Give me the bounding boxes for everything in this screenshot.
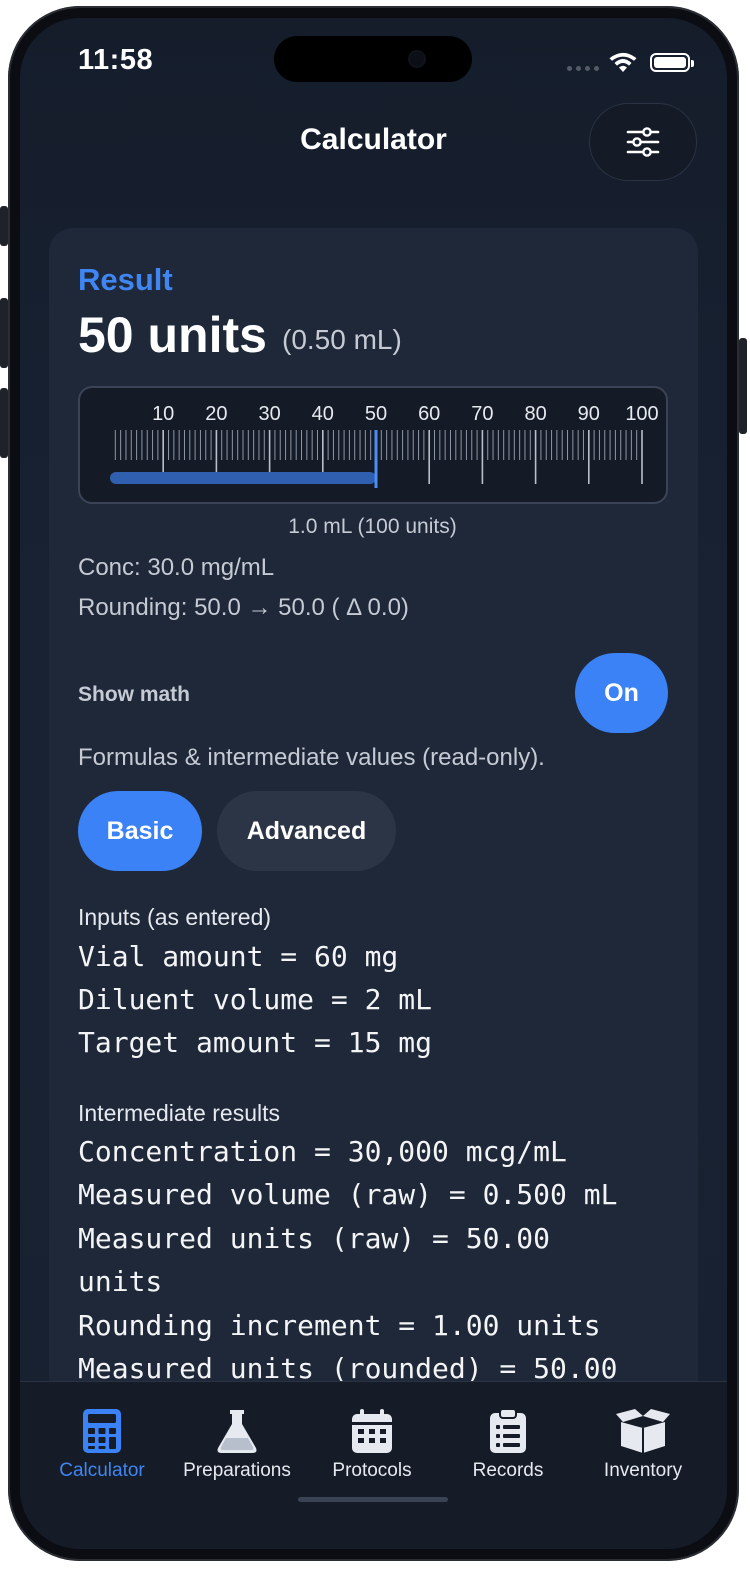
- power-button: [739, 338, 747, 434]
- syringe-scale: 10 20 30 40 50 60 70 80 90 100: [110, 403, 659, 488]
- result-label: Result: [78, 262, 173, 297]
- tab-records[interactable]: Records: [438, 1408, 578, 1482]
- tab-bar: Calculator Preparations Protocols Record…: [20, 1381, 727, 1549]
- action-button: [0, 206, 8, 246]
- intermediate-line: Rounding increment = 1.00 units: [78, 1309, 601, 1342]
- tab-label: Records: [472, 1460, 544, 1481]
- volume-down-button: [0, 388, 8, 458]
- input-line: Diluent volume = 2 mL: [78, 983, 433, 1016]
- syringe-tick-label: 70: [471, 403, 493, 425]
- syringe-gauge: 10 20 30 40 50 60 70 80 90 100: [78, 386, 668, 504]
- concentration-text: Conc: 30.0 mg/mL: [78, 554, 275, 581]
- syringe-tick-label: 60: [418, 403, 440, 425]
- syringe-fill: [110, 472, 376, 484]
- input-line: Target amount = 15 mg: [78, 1026, 433, 1059]
- inputs-heading: Inputs (as entered): [78, 904, 272, 930]
- math-description: Formulas & intermediate values (read-onl…: [78, 744, 545, 771]
- home-indicator: [298, 1497, 448, 1502]
- advanced-mode-button[interactable]: Advanced: [217, 791, 396, 871]
- intermediate-heading: Intermediate results: [78, 1100, 280, 1126]
- tab-inventory[interactable]: Inventory: [573, 1408, 713, 1482]
- intermediate-line: Measured units (raw) = 50.00: [78, 1222, 551, 1255]
- tab-calculator[interactable]: Calculator: [32, 1408, 172, 1482]
- syringe-caption: 1.0 mL (100 units): [288, 515, 457, 538]
- sliders-icon: [626, 127, 660, 157]
- calendar-icon: [352, 1409, 392, 1453]
- app-screen: 11:58 Calculator Result 50 units (0.50 m…: [20, 18, 727, 1549]
- status-time: 11:58: [78, 44, 154, 76]
- show-math-label: Show math: [78, 683, 191, 706]
- wifi-icon: [609, 52, 637, 72]
- syringe-tick-label: 30: [258, 403, 280, 425]
- battery-icon: [650, 53, 694, 72]
- status-bar: 11:58: [20, 18, 727, 108]
- rounding-text: Rounding: 50.0 → 50.0 ( Δ 0.0): [78, 594, 409, 621]
- show-math-toggle[interactable]: On: [575, 653, 668, 733]
- volume-up-button: [0, 298, 8, 368]
- syringe-tick-label: 80: [524, 403, 546, 425]
- input-line: Vial amount = 60 mg: [78, 940, 399, 973]
- tab-label: Calculator: [59, 1460, 145, 1481]
- basic-mode-button[interactable]: Basic: [78, 791, 202, 871]
- intermediate-line: Measured volume (raw) = 0.500 mL: [78, 1178, 618, 1211]
- cellular-signal-icon: [567, 66, 599, 71]
- intermediate-line: Concentration = 30,000 mcg/mL: [78, 1135, 567, 1168]
- tab-protocols[interactable]: Protocols: [302, 1408, 442, 1482]
- syringe-tick-label: 90: [578, 403, 600, 425]
- tab-label: Inventory: [603, 1460, 683, 1481]
- calculator-icon: [83, 1409, 121, 1453]
- tab-preparations[interactable]: Preparations: [167, 1408, 307, 1482]
- syringe-tick-label: 10: [152, 403, 174, 425]
- syringe-tick-label: 50: [365, 403, 387, 425]
- syringe-tick-label: 100: [625, 403, 658, 425]
- tab-label: Protocols: [332, 1460, 412, 1481]
- tab-label: Preparations: [183, 1460, 291, 1481]
- intermediate-line: units: [78, 1265, 163, 1298]
- box-icon: [616, 1409, 670, 1453]
- dynamic-island: [274, 36, 472, 82]
- settings-button[interactable]: [589, 103, 697, 181]
- clipboard-icon: [490, 1408, 526, 1453]
- syringe-tick-label: 20: [205, 403, 227, 425]
- result-value: 50 units: [78, 307, 267, 363]
- result-volume: (0.50 mL): [282, 324, 402, 355]
- syringe-tick-label: 40: [312, 403, 334, 425]
- result-card: Result 50 units (0.50 mL) 10 20 30 40 50 60 70…: [49, 228, 698, 1428]
- flask-icon: [217, 1410, 257, 1453]
